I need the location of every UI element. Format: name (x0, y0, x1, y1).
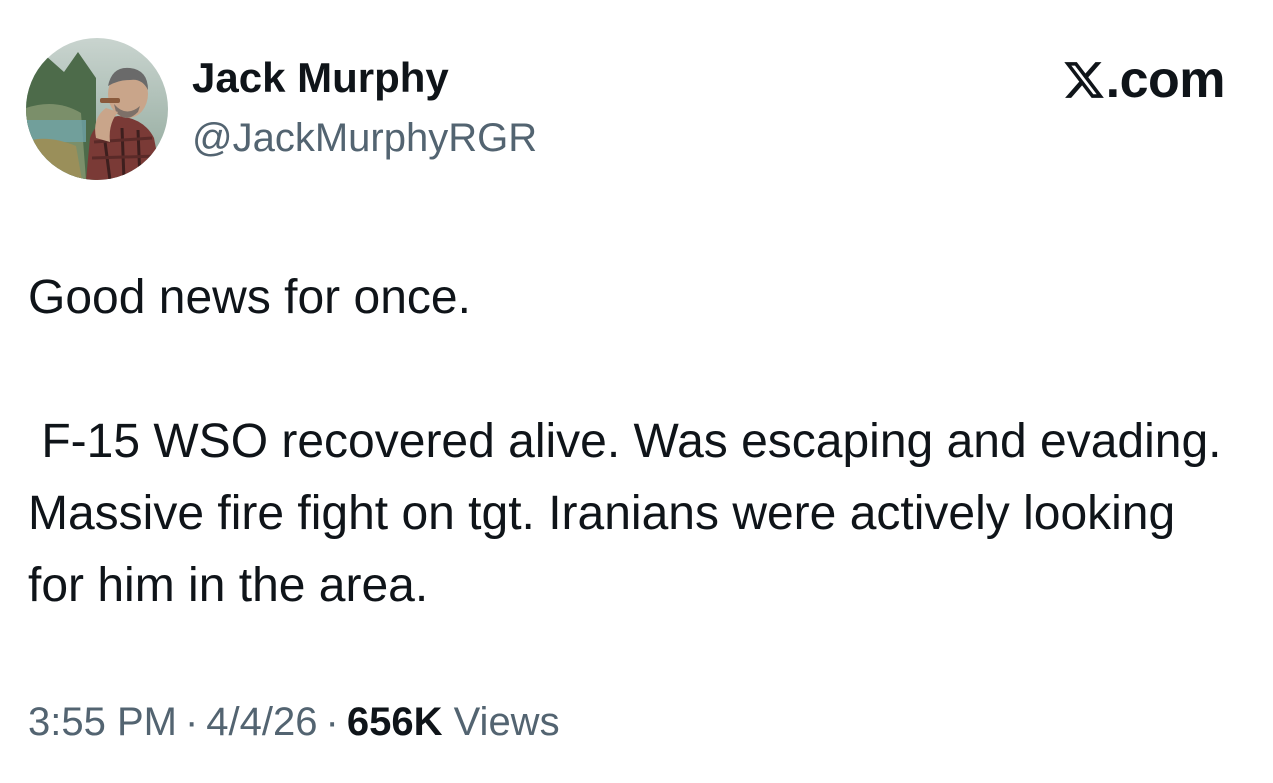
x-logo-icon (1063, 62, 1104, 98)
tweet-text: Good news for once. F-15 WSO recovered a… (28, 262, 1238, 622)
meta-separator: · (184, 700, 199, 744)
tweet-card: Jack Murphy @JackMurphyRGR .com Good new… (0, 0, 1273, 783)
avatar-photo (26, 38, 168, 180)
brand-domain-text: .com (1105, 51, 1226, 109)
display-name[interactable]: Jack Murphy (192, 54, 449, 102)
avatar[interactable] (26, 38, 168, 180)
tweet-paragraph: Good news for once. (28, 271, 471, 324)
user-handle[interactable]: @JackMurphyRGR (192, 116, 537, 161)
x-brand-logo: .com (1062, 51, 1226, 109)
views-label: Views (453, 700, 560, 744)
views-count[interactable]: 656K (347, 700, 443, 744)
tweet-time[interactable]: 3:55 PM (28, 700, 177, 744)
tweet-meta: 3:55 PM · 4/4/26 · 656K Views (28, 700, 560, 745)
tweet-date[interactable]: 4/4/26 (206, 700, 317, 744)
tweet-paragraph: F-15 WSO recovered alive. Was escaping a… (28, 415, 1235, 612)
meta-separator: · (325, 700, 339, 744)
